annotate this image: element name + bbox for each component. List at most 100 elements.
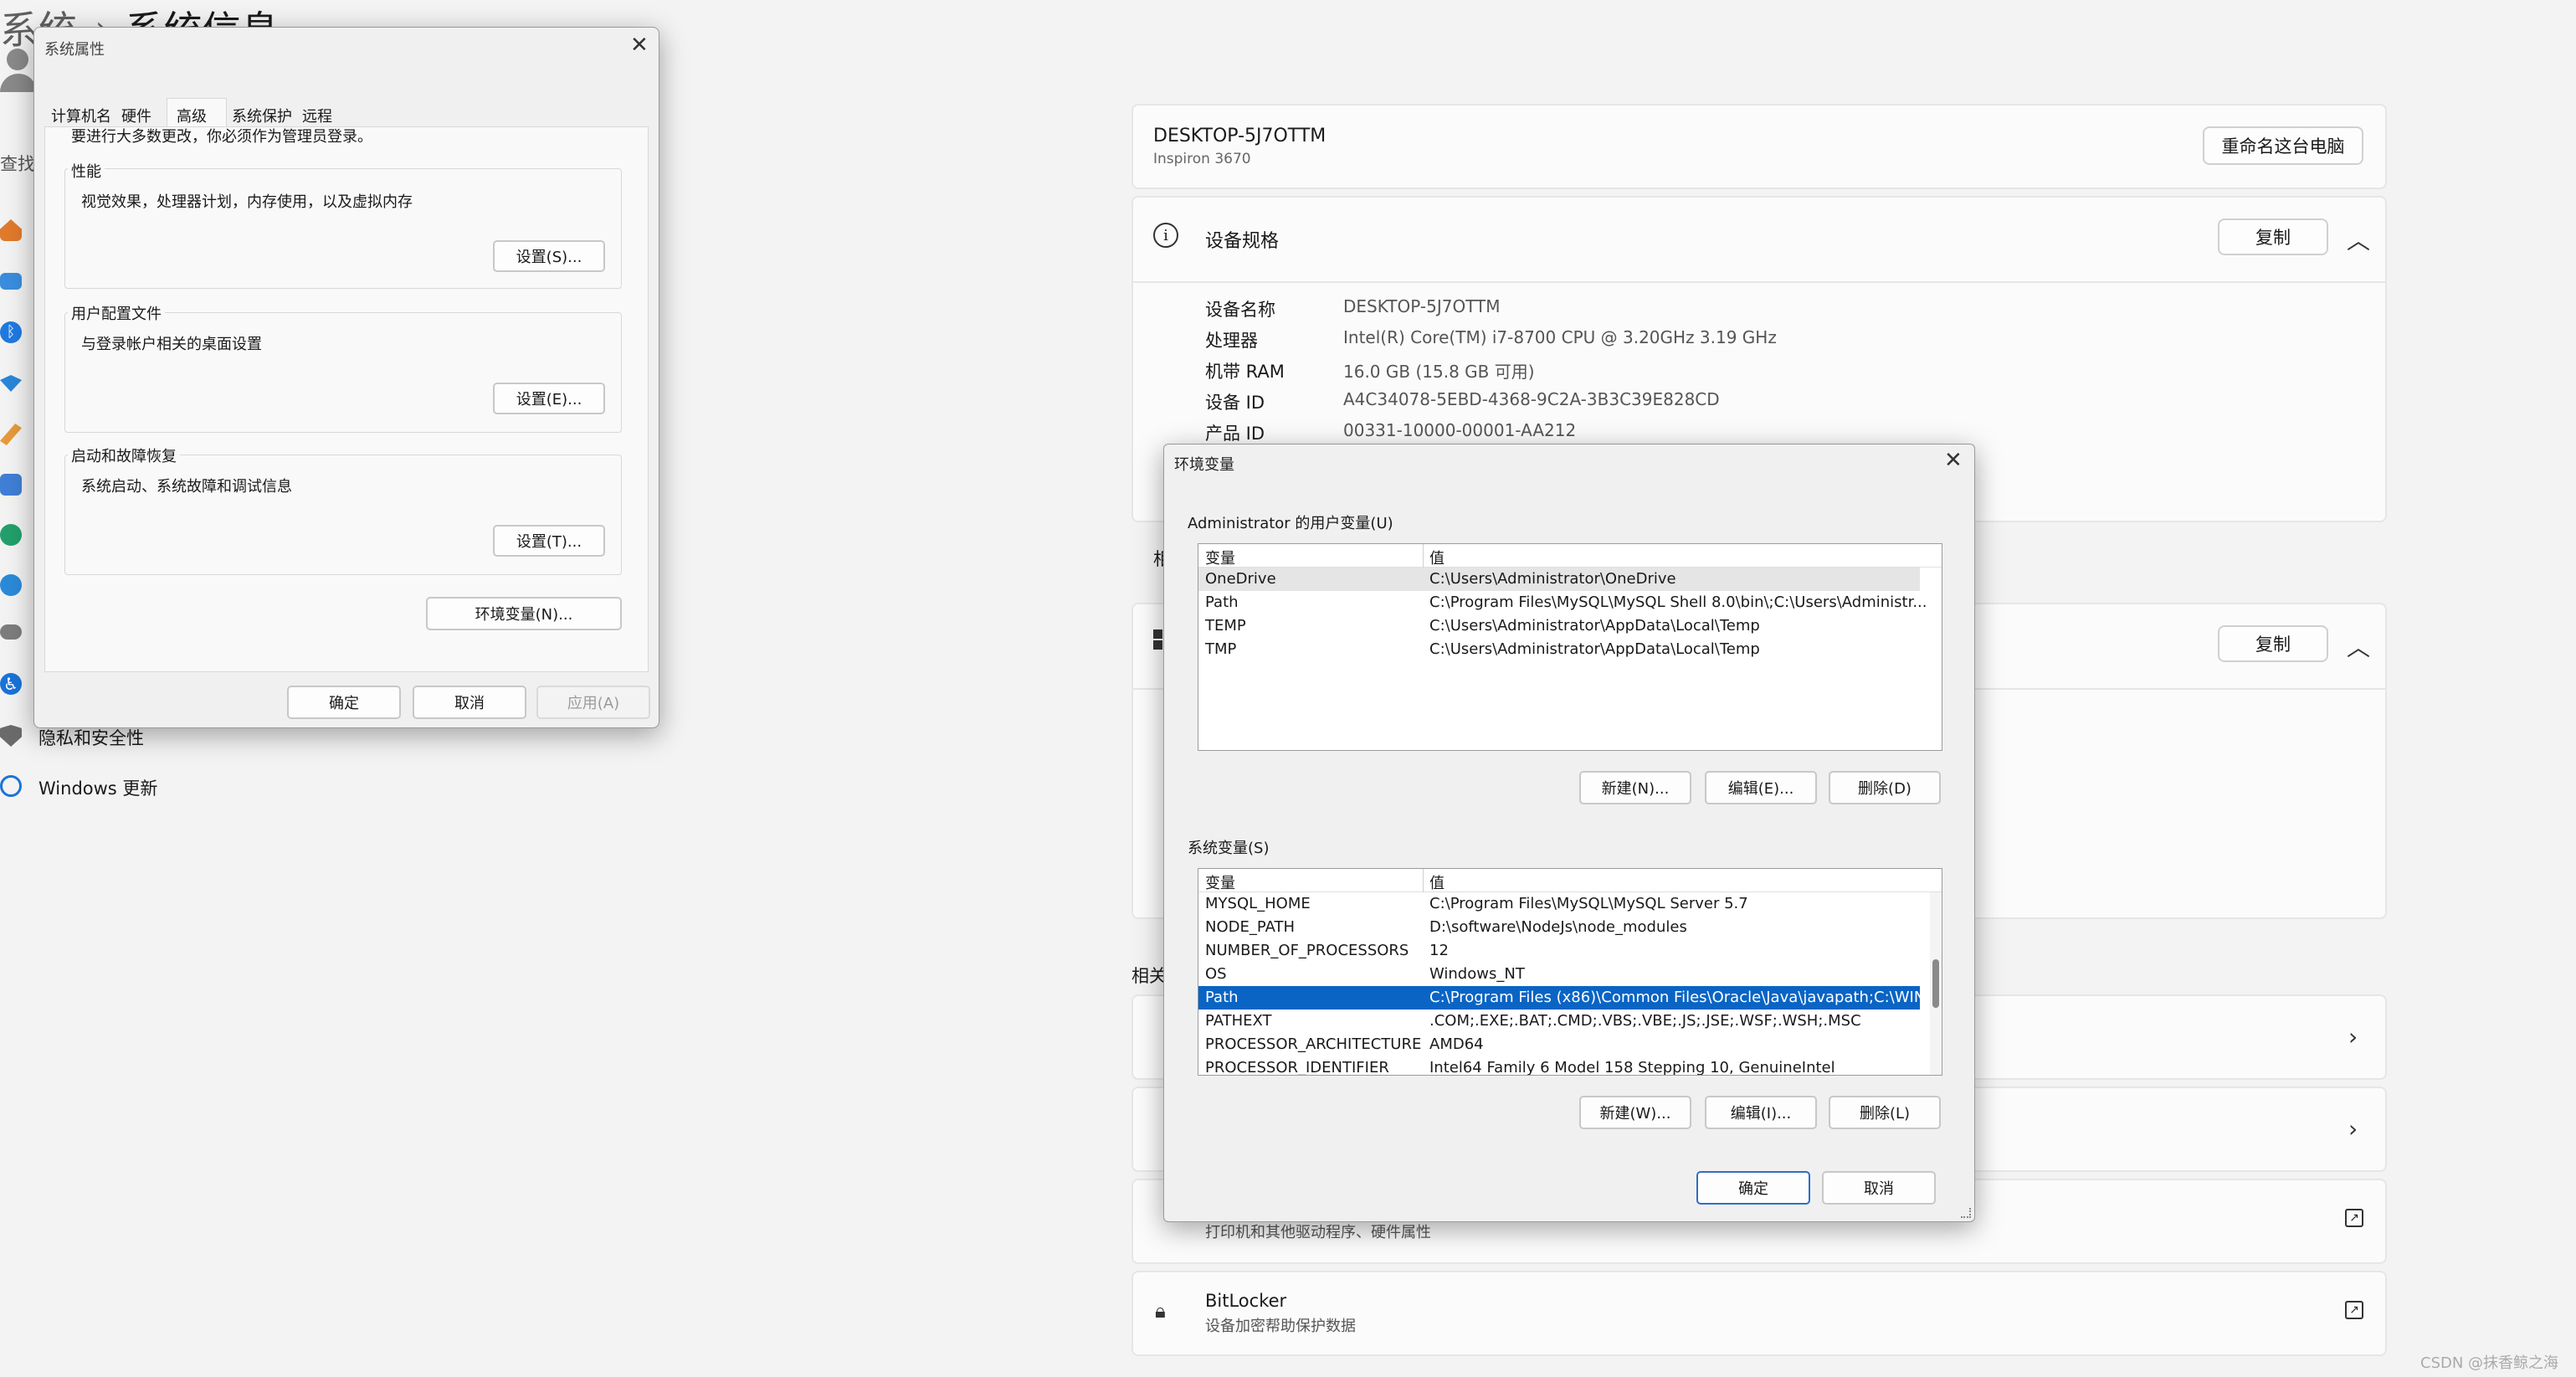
apps-icon[interactable] <box>0 474 22 496</box>
list-header: 变量 值 <box>1198 869 1942 892</box>
list-item[interactable]: NUMBER_OF_PROCESSORS 12 <box>1198 939 1920 963</box>
home-icon[interactable] <box>0 219 22 241</box>
personalization-icon[interactable] <box>0 424 22 445</box>
tab-advanced[interactable]: 高级 <box>177 105 207 126</box>
system-vars-list[interactable]: 变量 值 MYSQL_HOME C:\Program Files\MySQL\My… <box>1198 868 1942 1076</box>
scrollbar-track[interactable] <box>1930 892 1942 1075</box>
close-icon[interactable]: ✕ <box>630 33 649 58</box>
device-card <box>1131 104 2387 189</box>
tab-hardware[interactable]: 硬件 <box>121 105 151 126</box>
user-profiles-settings-button[interactable]: 设置(E)... <box>493 383 605 414</box>
user-profiles-desc: 与登录帐户相关的桌面设置 <box>81 336 262 353</box>
column-divider[interactable] <box>1423 544 1424 568</box>
network-icon[interactable] <box>0 375 22 392</box>
list-header: 变量 值 <box>1198 544 1942 568</box>
column-header-value[interactable]: 值 <box>1429 871 1445 893</box>
search-input-partial[interactable]: 查找 <box>0 151 35 176</box>
spec-value: DESKTOP-5J7OTTM <box>1343 296 1501 316</box>
column-header-value[interactable]: 值 <box>1429 547 1445 568</box>
accounts-icon[interactable] <box>0 524 22 546</box>
bitlocker-title: BitLocker <box>1205 1291 1287 1311</box>
bluetooth-icon[interactable]: ᛒ <box>0 321 22 343</box>
system-edit-button[interactable]: 编辑(I)... <box>1705 1096 1817 1129</box>
list-item[interactable]: NODE_PATH D:\software\NodeJs\node_modules <box>1198 916 1920 939</box>
tab-system-protection[interactable]: 系统保护 <box>232 105 292 126</box>
var-name: PATHEXT <box>1205 1012 1272 1030</box>
var-value: .COM;.EXE;.BAT;.CMD;.VBS;.VBE;.JS;.JSE;.… <box>1429 1012 1861 1030</box>
cancel-button[interactable]: 取消 <box>1822 1171 1936 1205</box>
chevron-up-icon[interactable]: ︿ <box>2347 629 2370 663</box>
user-delete-button[interactable]: 删除(D) <box>1829 771 1941 804</box>
system-new-button[interactable]: 新建(W)... <box>1579 1096 1691 1129</box>
var-value: C:\Program Files\MySQL\MySQL Shell 8.0\b… <box>1429 593 1927 611</box>
var-name: PROCESSOR_IDENTIFIER <box>1205 1059 1389 1076</box>
var-value: Intel64 Family 6 Model 158 Stepping 10, … <box>1429 1059 1835 1076</box>
list-item[interactable]: PATHEXT .COM;.EXE;.BAT;.CMD;.VBS;.VBE;.JS… <box>1198 1010 1920 1033</box>
list-item[interactable]: Path C:\Program Files\MySQL\MySQL Shell 8… <box>1198 591 1942 614</box>
system-icon[interactable] <box>0 273 22 290</box>
apply-button[interactable]: 应用(A) <box>536 686 650 719</box>
spec-value: 16.0 GB (15.8 GB 可用) <box>1343 362 1535 382</box>
sidebar-item-windows-update[interactable]: Windows 更新 <box>38 775 157 800</box>
list-item[interactable]: TEMP C:\Users\Administrator\AppData\Local… <box>1198 614 1942 638</box>
chevron-up-icon[interactable]: ︿ <box>2347 223 2370 256</box>
user-profiles-group <box>64 312 622 433</box>
tab-computer-name[interactable]: 计算机名 <box>51 105 111 126</box>
rename-pc-button[interactable]: 重命名这台电脑 <box>2203 126 2363 165</box>
tab-remote[interactable]: 远程 <box>302 105 332 126</box>
var-name: NUMBER_OF_PROCESSORS <box>1205 942 1409 959</box>
copy-specs-button[interactable]: 复制 <box>2218 218 2328 255</box>
performance-desc: 视觉效果，处理器计划，内存使用，以及虚拟内存 <box>81 193 413 211</box>
var-value: D:\software\NodeJs\node_modules <box>1429 918 1687 936</box>
avatar[interactable] <box>0 47 37 94</box>
startup-recovery-settings-button[interactable]: 设置(T)... <box>493 525 605 557</box>
scrollbar-thumb[interactable] <box>1932 959 1939 1008</box>
spec-value: 00331-10000-00001-AA212 <box>1343 420 1577 440</box>
chevron-right-icon: › <box>2348 1115 2358 1143</box>
var-name: Path <box>1205 989 1239 1006</box>
cancel-button[interactable]: 取消 <box>413 686 526 719</box>
device-name: DESKTOP-5J7OTTM <box>1153 126 1326 146</box>
list-item[interactable]: OneDrive C:\Users\Administrator\OneDrive <box>1198 568 1920 591</box>
var-name: PROCESSOR_ARCHITECTURE <box>1205 1035 1422 1053</box>
spec-value: A4C34078-5EBD-4368-9C2A-3B3C39E828CD <box>1343 389 1720 409</box>
column-divider[interactable] <box>1423 869 1424 892</box>
startup-recovery-title: 启动和故障恢复 <box>68 444 180 466</box>
user-new-button[interactable]: 新建(N)... <box>1579 771 1691 804</box>
list-item[interactable]: MYSQL_HOME C:\Program Files\MySQL\MySQL S… <box>1198 892 1920 916</box>
ok-button[interactable]: 确定 <box>1696 1171 1810 1205</box>
spec-key: 产品 ID <box>1205 424 1265 444</box>
var-value: C:\Users\Administrator\OneDrive <box>1429 570 1676 588</box>
related-heading: 相关 <box>1131 966 1167 986</box>
list-item[interactable]: TMP C:\Users\Administrator\AppData\Local\… <box>1198 638 1942 661</box>
performance-settings-button[interactable]: 设置(S)... <box>493 240 605 272</box>
var-name: Path <box>1205 593 1239 611</box>
var-name: TMP <box>1205 640 1237 658</box>
close-icon[interactable]: ✕ <box>1944 448 1963 473</box>
dialog-title: 环境变量 <box>1174 456 1234 474</box>
list-item-selected[interactable]: Path C:\Program Files (x86)\Common Files\… <box>1198 986 1939 1010</box>
chevron-right-icon: › <box>2348 1023 2358 1051</box>
var-value: C:\Program Files (x86)\Common Files\Orac… <box>1429 989 1940 1006</box>
bitlocker-card[interactable] <box>1131 1271 2387 1356</box>
copy-windows-specs-button[interactable]: 复制 <box>2218 625 2328 662</box>
accessibility-icon[interactable]: ♿︎ <box>0 673 22 695</box>
sidebar-item-privacy[interactable]: 隐私和安全性 <box>38 725 144 750</box>
time-language-icon[interactable] <box>0 574 22 596</box>
list-item[interactable]: PROCESSOR_ARCHITECTURE AMD64 <box>1198 1033 1920 1056</box>
user-edit-button[interactable]: 编辑(E)... <box>1705 771 1817 804</box>
resize-grip[interactable] <box>1961 1208 1971 1218</box>
user-vars-list[interactable]: 变量 值 OneDrive C:\Users\Administrator\OneD… <box>1198 543 1942 751</box>
list-item[interactable]: OS Windows_NT <box>1198 963 1920 986</box>
user-profiles-title: 用户配置文件 <box>68 302 165 324</box>
environment-variables-button[interactable]: 环境变量(N)... <box>426 597 622 630</box>
system-delete-button[interactable]: 删除(L) <box>1829 1096 1941 1129</box>
var-name: TEMP <box>1205 617 1246 635</box>
ok-button[interactable]: 确定 <box>287 686 401 719</box>
update-icon <box>0 775 22 797</box>
bitlocker-subtitle: 设备加密帮助保护数据 <box>1205 1318 1356 1335</box>
list-item[interactable]: PROCESSOR_IDENTIFIER Intel64 Family 6 Mod… <box>1198 1056 1920 1076</box>
column-header-variable[interactable]: 变量 <box>1205 871 1235 893</box>
gaming-icon[interactable] <box>0 624 22 640</box>
column-header-variable[interactable]: 变量 <box>1205 547 1235 568</box>
